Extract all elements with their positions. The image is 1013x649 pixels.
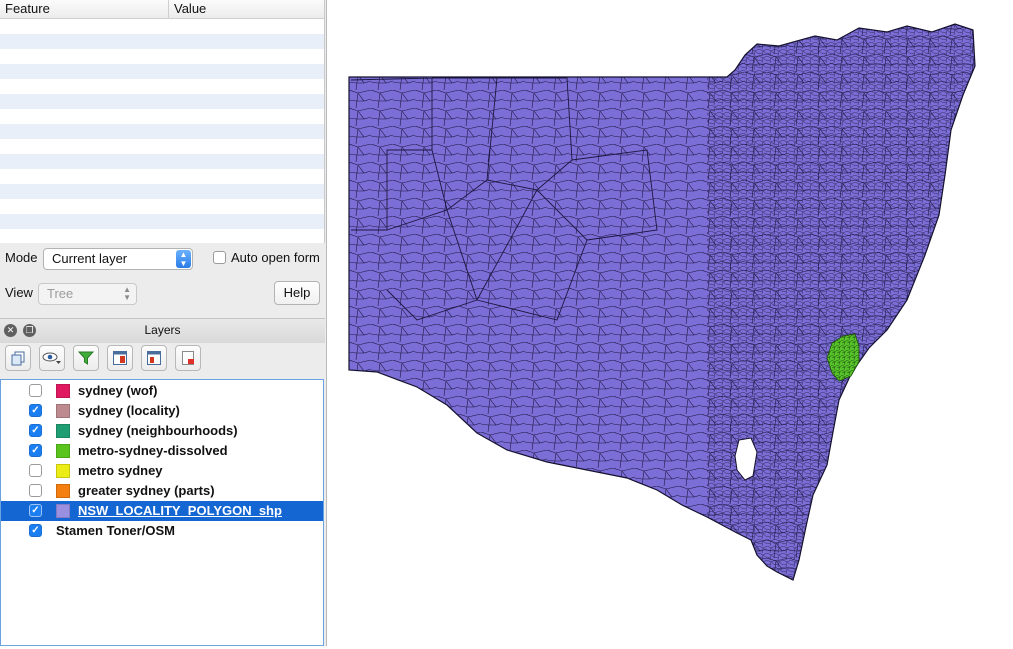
view-label: View xyxy=(5,285,33,300)
layer-name: sydney (wof) xyxy=(78,383,158,398)
collapse-all-icon xyxy=(147,351,161,365)
layer-visibility-checkbox[interactable] xyxy=(29,464,42,477)
layers-panel-title: Layers xyxy=(144,323,181,337)
results-empty-row xyxy=(0,94,324,109)
layer-symbol-swatch xyxy=(56,384,70,398)
layer-row-nsw-locality-polygon[interactable]: ✓ NSW_LOCALITY_POLYGON_shp xyxy=(1,501,323,521)
layer-name: sydney (neighbourhoods) xyxy=(78,423,238,438)
layer-symbol-swatch xyxy=(56,484,70,498)
layer-name: metro-sydney-dissolved xyxy=(78,443,228,458)
layer-row-metro-sydney-dissolved[interactable]: ✓ metro-sydney-dissolved xyxy=(1,441,323,461)
results-empty-row xyxy=(0,109,324,124)
layer-symbol-swatch xyxy=(56,464,70,478)
filter-icon xyxy=(78,351,94,365)
help-button[interactable]: Help xyxy=(274,281,320,305)
layer-visibility-checkbox[interactable]: ✓ xyxy=(29,404,42,417)
results-empty-row xyxy=(0,139,324,154)
select-arrows-icon: ▲ ▼ xyxy=(176,250,191,268)
results-empty-row xyxy=(0,199,324,214)
layers-panel-titlebar: ✕ ❐ Layers xyxy=(0,318,325,344)
column-header-feature[interactable]: Feature xyxy=(0,0,169,18)
expand-all-button[interactable] xyxy=(107,345,133,371)
results-empty-row xyxy=(0,169,324,184)
layer-row-sydney-locality[interactable]: ✓ sydney (locality) xyxy=(1,401,323,421)
auto-open-form-label: Auto open form xyxy=(231,250,320,265)
results-empty-row xyxy=(0,64,324,79)
results-empty-row xyxy=(0,229,324,243)
layer-row-greater-sydney-parts[interactable]: greater sydney (parts) xyxy=(1,481,323,501)
layer-stack-icon xyxy=(11,351,25,366)
layer-name: greater sydney (parts) xyxy=(78,483,215,498)
mode-select-value: Current layer xyxy=(52,251,128,266)
layers-toolbar xyxy=(0,343,325,377)
view-select[interactable]: Tree ▲ ▼ xyxy=(38,283,137,305)
results-empty-row xyxy=(0,154,324,169)
layer-symbol-swatch xyxy=(56,504,70,518)
layer-visibility-checkbox[interactable]: ✓ xyxy=(29,424,42,437)
view-select-value: Tree xyxy=(47,286,74,301)
map-canvas[interactable] xyxy=(327,0,1013,646)
layer-row-sydney-neighbourhoods[interactable]: ✓ sydney (neighbourhoods) xyxy=(1,421,323,441)
eye-icon xyxy=(42,352,61,364)
left-panel: Feature Value Mode Current layer ▲ ▼ Auto… xyxy=(0,0,327,646)
layer-symbol-swatch xyxy=(56,424,70,438)
map-svg xyxy=(348,23,976,581)
layer-visibility-checkbox[interactable]: ✓ xyxy=(29,444,42,457)
results-header: Feature Value xyxy=(0,0,324,19)
expand-all-icon xyxy=(113,351,127,365)
layer-visibility-checkbox[interactable] xyxy=(29,484,42,497)
results-empty-row xyxy=(0,124,324,139)
layer-symbol-swatch xyxy=(56,444,70,458)
results-empty-row xyxy=(0,214,324,229)
manage-visibility-button[interactable] xyxy=(39,345,65,371)
identify-results-table[interactable]: Feature Value xyxy=(0,0,325,243)
layer-row-stamen-toner-osm[interactable]: ✓ Stamen Toner/OSM xyxy=(1,521,323,541)
layer-name: Stamen Toner/OSM xyxy=(56,523,175,538)
layer-name: NSW_LOCALITY_POLYGON_shp xyxy=(78,503,282,518)
open-layer-styling-button[interactable] xyxy=(5,345,31,371)
column-header-value[interactable]: Value xyxy=(169,0,206,18)
remove-layer-icon xyxy=(182,351,194,365)
collapse-all-button[interactable] xyxy=(141,345,167,371)
mode-select[interactable]: Current layer ▲ ▼ xyxy=(43,248,193,270)
layer-name: metro sydney xyxy=(78,463,163,478)
layer-row-metro-sydney[interactable]: metro sydney xyxy=(1,461,323,481)
auto-open-form-checkbox[interactable] xyxy=(213,251,226,264)
mode-label: Mode xyxy=(5,250,38,265)
results-empty-row xyxy=(0,79,324,94)
layer-row-sydney-wof[interactable]: sydney (wof) xyxy=(1,381,323,401)
results-empty-row xyxy=(0,34,324,49)
layers-tree[interactable]: sydney (wof) ✓ sydney (locality) ✓ sydne… xyxy=(0,379,324,646)
layer-visibility-checkbox[interactable]: ✓ xyxy=(29,524,42,537)
layer-visibility-checkbox[interactable] xyxy=(29,384,42,397)
layer-symbol-swatch xyxy=(56,404,70,418)
layer-name: sydney (locality) xyxy=(78,403,180,418)
remove-layer-button[interactable] xyxy=(175,345,201,371)
locality-boundaries xyxy=(349,24,975,580)
select-arrows-icon: ▲ ▼ xyxy=(123,285,131,302)
results-empty-row xyxy=(0,19,324,34)
results-empty-row xyxy=(0,49,324,64)
layer-visibility-checkbox[interactable]: ✓ xyxy=(29,504,42,517)
filter-legend-button[interactable] xyxy=(73,345,99,371)
results-empty-row xyxy=(0,184,324,199)
results-rows xyxy=(0,19,324,243)
